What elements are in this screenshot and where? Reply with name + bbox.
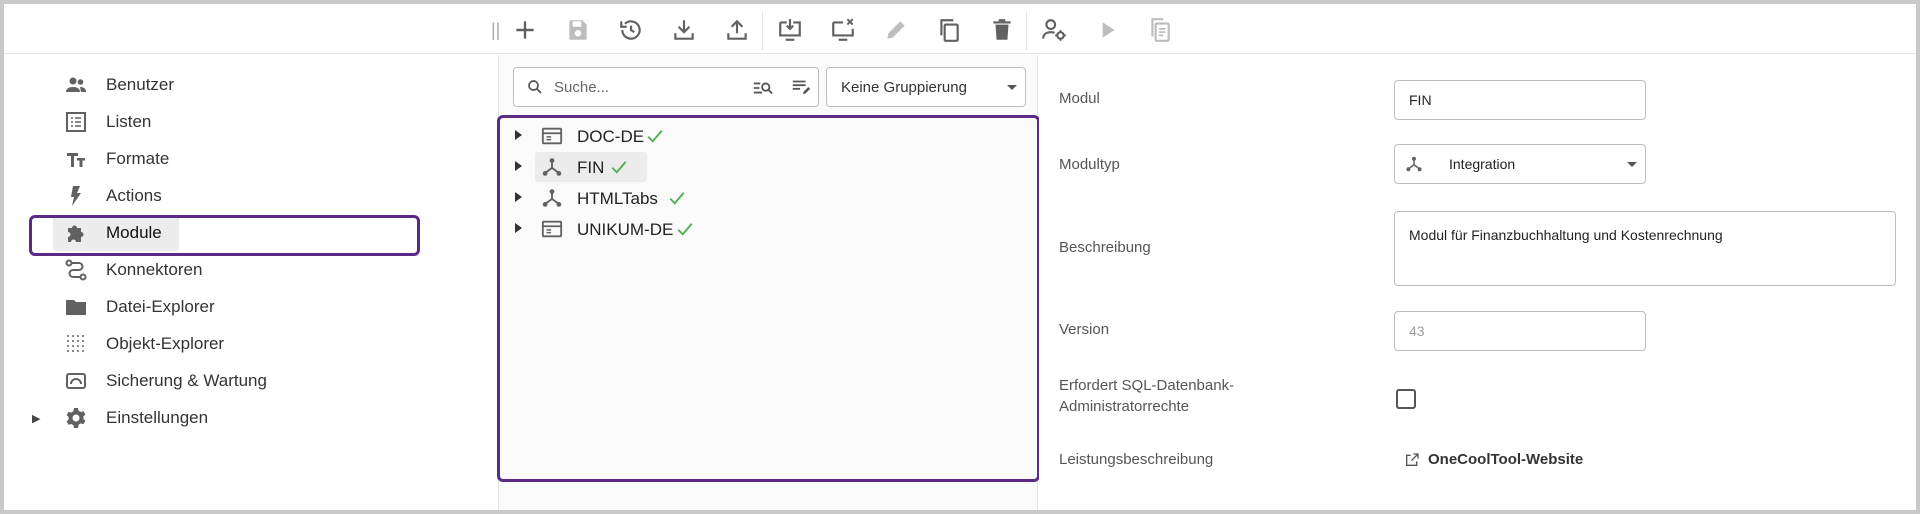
search-icon	[528, 80, 542, 94]
chevron-down-icon	[1007, 85, 1017, 90]
add-icon[interactable]	[510, 15, 540, 45]
sidebar-item-datei-explorer[interactable]: Datei-Explorer	[4, 289, 498, 325]
sidebar-item-konnektoren[interactable]: Konnektoren	[4, 252, 498, 288]
toolbar: ||	[4, 4, 1916, 54]
import-icon[interactable]	[669, 15, 699, 45]
sidebar-item-label: Benutzer	[106, 75, 175, 94]
version-field: 43	[1394, 311, 1646, 351]
modultyp-select[interactable]: Integration	[1394, 144, 1646, 184]
sidebar-item-label: Formate	[106, 149, 170, 168]
document-copy-icon[interactable]	[1145, 15, 1175, 45]
connector-icon	[62, 256, 90, 284]
toolbar-grip-handle[interactable]: ||	[491, 20, 500, 41]
sidebar-item-einstellungen[interactable]: ▶ Einstellungen	[4, 400, 498, 436]
install-icon[interactable]	[775, 15, 805, 45]
sidebar-item-listen[interactable]: Listen	[4, 104, 498, 140]
beschreibung-label: Beschreibung	[1059, 239, 1151, 256]
grouping-select[interactable]: Keine Gruppierung	[826, 67, 1026, 107]
sql-admin-checkbox[interactable]	[1396, 389, 1416, 409]
sql-admin-label-line1: Erfordert SQL-Datenbank-	[1059, 377, 1235, 394]
edit-icon[interactable]	[881, 15, 911, 45]
sidebar-item-label: Objekt-Explorer	[106, 334, 225, 353]
sidebar-item-sicherung-wartung[interactable]: Sicherung & Wartung	[4, 363, 498, 399]
search-filter-icon[interactable]	[752, 77, 774, 99]
sidebar: Benutzer Listen Formate Actions Module K…	[4, 55, 498, 510]
integration-icon	[1406, 156, 1422, 172]
module-details-panel: Modul FIN Modultyp Integration Beschreib…	[1039, 55, 1916, 510]
modultyp-value: Integration	[1449, 156, 1516, 172]
modultyp-label: Modultyp	[1059, 156, 1120, 173]
save-icon[interactable]	[563, 15, 593, 45]
website-link[interactable]: OneCoolTool-Website	[1404, 451, 1583, 468]
modul-field[interactable]: FIN	[1394, 80, 1646, 120]
sidebar-item-formate[interactable]: Formate	[4, 141, 498, 177]
sidebar-item-label: Actions	[106, 186, 162, 205]
delete-icon[interactable]	[987, 15, 1017, 45]
folder-icon	[62, 293, 90, 321]
sidebar-item-benutzer[interactable]: Benutzer	[4, 67, 498, 103]
toolbar-separator	[1026, 12, 1027, 50]
user-settings-icon[interactable]	[1039, 15, 1069, 45]
restore-icon[interactable]	[616, 15, 646, 45]
users-icon	[62, 71, 90, 99]
search-placeholder: Suche...	[554, 79, 610, 96]
beschreibung-value: Modul für Finanzbuchhaltung und Kostenre…	[1409, 227, 1723, 243]
sidebar-item-label: Konnektoren	[106, 260, 203, 279]
chevron-down-icon	[1627, 162, 1637, 167]
sidebar-item-label: Einstellungen	[106, 408, 209, 427]
beschreibung-textarea[interactable]: Modul für Finanzbuchhaltung und Kostenre…	[1394, 211, 1896, 286]
gear-icon	[62, 404, 90, 432]
copy-icon[interactable]	[934, 15, 964, 45]
search-edit-icon[interactable]	[790, 76, 812, 98]
sidebar-item-label: Sicherung & Wartung	[106, 371, 267, 390]
leistungsbeschreibung-label: Leistungsbeschreibung	[1059, 451, 1214, 468]
export-icon[interactable]	[722, 15, 752, 45]
list-icon	[62, 108, 90, 136]
sidebar-item-label: Listen	[106, 112, 152, 131]
external-link-icon	[1406, 452, 1419, 466]
module-tree-highlight-box	[497, 115, 1040, 482]
sql-admin-label-line2: Administratorrechte	[1059, 398, 1190, 415]
modul-value: FIN	[1409, 92, 1432, 108]
grouping-value: Keine Gruppierung	[841, 79, 967, 96]
backup-icon	[62, 367, 90, 395]
bolt-icon	[62, 182, 90, 210]
play-icon[interactable]	[1092, 15, 1122, 45]
sidebar-item-actions[interactable]: Actions	[4, 178, 498, 214]
uninstall-icon[interactable]	[828, 15, 858, 45]
module-highlight-box	[29, 215, 420, 256]
expand-caret-icon[interactable]: ▶	[32, 412, 40, 425]
modul-label: Modul	[1059, 90, 1100, 107]
sidebar-item-label: Datei-Explorer	[106, 297, 215, 316]
search-input[interactable]: Suche...	[513, 67, 819, 107]
format-icon	[62, 145, 90, 173]
version-value: 43	[1409, 323, 1425, 339]
grid-dots-icon	[62, 330, 90, 358]
toolbar-separator	[762, 12, 763, 50]
version-label: Version	[1059, 321, 1110, 338]
website-link-label: OneCoolTool-Website	[1428, 451, 1584, 468]
sidebar-item-objekt-explorer[interactable]: Objekt-Explorer	[4, 326, 498, 362]
